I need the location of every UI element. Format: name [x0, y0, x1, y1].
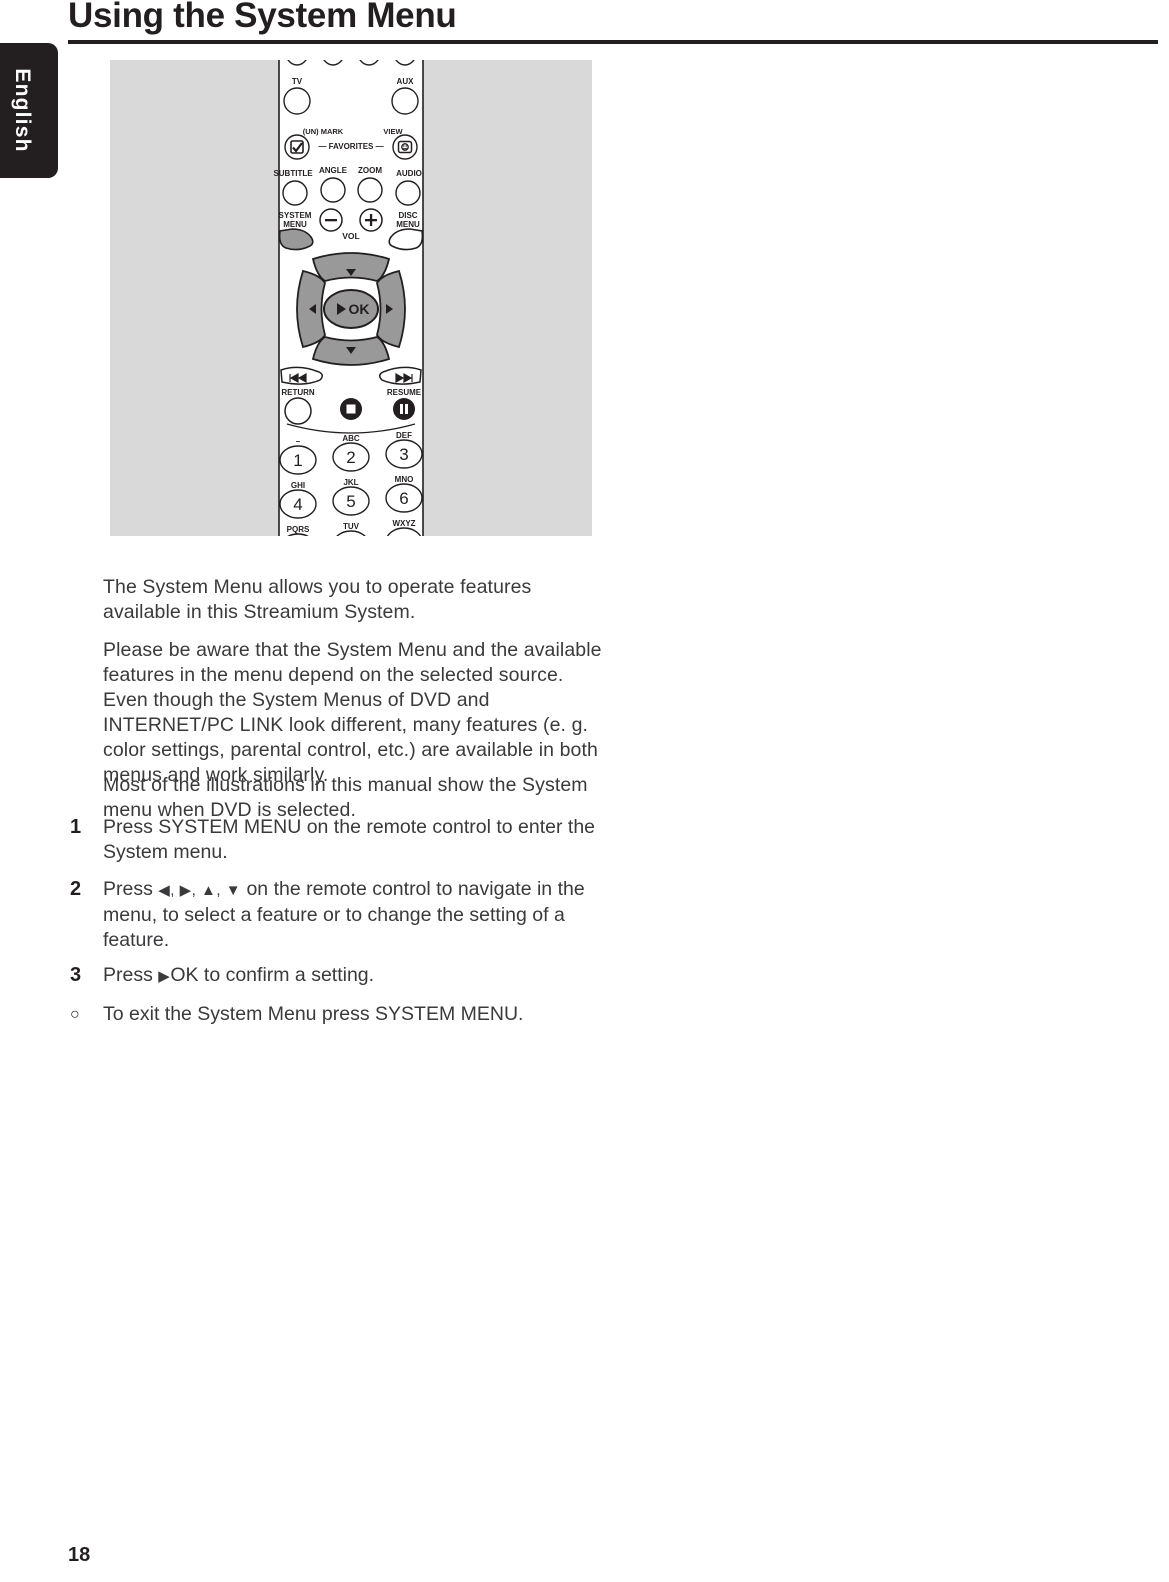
step-2-text-before: Press — [103, 878, 159, 900]
svg-text:2: 2 — [346, 448, 355, 467]
page-title: Using the System Menu — [68, 0, 457, 35]
language-tab: English — [0, 43, 58, 178]
svg-text:MENU: MENU — [283, 220, 307, 229]
svg-text:(UN) MARK: (UN) MARK — [303, 127, 344, 136]
svg-text:AUX: AUX — [397, 77, 415, 86]
svg-text:ABC: ABC — [342, 434, 360, 443]
svg-text:3: 3 — [399, 445, 408, 464]
svg-text:SYSTEM: SYSTEM — [279, 211, 312, 220]
step-3-marker: 3 — [70, 964, 82, 986]
step-1-marker: 1 — [70, 816, 82, 838]
play-arrow-icon: ▶ — [158, 968, 171, 985]
svg-text:1: 1 — [293, 451, 302, 470]
svg-text:–: – — [296, 437, 301, 446]
svg-text:RESUME: RESUME — [387, 388, 422, 397]
svg-text:JKL: JKL — [343, 478, 358, 487]
svg-text:AUDIO: AUDIO — [396, 169, 422, 178]
svg-text:WXYZ: WXYZ — [392, 519, 415, 528]
step-3-text: Press ▶OK to confirm a setting. — [103, 963, 610, 989]
svg-text:— FAVORITES —: — FAVORITES — — [318, 142, 383, 151]
svg-text:4: 4 — [293, 495, 302, 514]
step-2: 2 Press ◀, ▶, ▲, ▼ on the remote control… — [70, 877, 610, 953]
svg-text:5: 5 — [346, 492, 355, 511]
source-note-paragraph: Please be aware that the System Menu and… — [103, 638, 602, 786]
svg-text:TUV: TUV — [343, 522, 360, 531]
svg-text:PQRS: PQRS — [287, 525, 310, 534]
svg-text:SUBTITLE: SUBTITLE — [273, 169, 313, 178]
step-2-marker: 2 — [70, 878, 82, 900]
step-1-text: Press SYSTEM MENU on the remote control … — [103, 816, 596, 863]
svg-text:OK: OK — [349, 301, 370, 317]
page-number: 18 — [68, 1544, 91, 1566]
language-tab-label: English — [11, 68, 34, 153]
svg-text:DISC: DISC — [398, 211, 417, 220]
step-bullet: ○ To exit the System Menu press SYSTEM M… — [70, 1002, 610, 1027]
step-3-text-before: Press — [103, 964, 159, 986]
title-divider — [68, 40, 1158, 44]
step-2-text: Press ◀, ▶, ▲, ▼ on the remote control t… — [103, 877, 610, 953]
remote-control-figure: DVD INTERNET PC LINK TUNER TV AUX (UN) M… — [110, 60, 592, 536]
svg-text:6: 6 — [399, 489, 408, 508]
svg-text:VIEW: VIEW — [383, 127, 403, 136]
svg-text:MNO: MNO — [395, 475, 414, 484]
svg-text:MENU: MENU — [396, 220, 420, 229]
step-bullet-text: To exit the System Menu press SYSTEM MEN… — [103, 1003, 524, 1025]
svg-text:DEF: DEF — [396, 431, 412, 440]
svg-text:9: 9 — [399, 533, 408, 536]
step-1: 1 Press SYSTEM MENU on the remote contro… — [70, 815, 610, 865]
step-3-text-after: OK to confirm a setting. — [170, 964, 375, 986]
svg-text:GHI: GHI — [291, 481, 305, 490]
hollow-circle-bullet-icon: ○ — [70, 1006, 80, 1023]
svg-text:ZOOM: ZOOM — [358, 166, 382, 175]
svg-text:TV: TV — [292, 77, 303, 86]
direction-arrow-icons: ◀, ▶, ▲, ▼ — [158, 882, 242, 899]
remote-control-illustration: DVD INTERNET PC LINK TUNER TV AUX (UN) M… — [265, 60, 437, 536]
svg-text:RETURN: RETURN — [281, 388, 315, 397]
step-3: 3 Press ▶OK to confirm a setting. — [70, 963, 610, 989]
svg-text:VOL: VOL — [342, 231, 359, 241]
svg-text:ANGLE: ANGLE — [319, 166, 348, 175]
intro-paragraph: The System Menu allows you to operate fe… — [103, 575, 532, 623]
